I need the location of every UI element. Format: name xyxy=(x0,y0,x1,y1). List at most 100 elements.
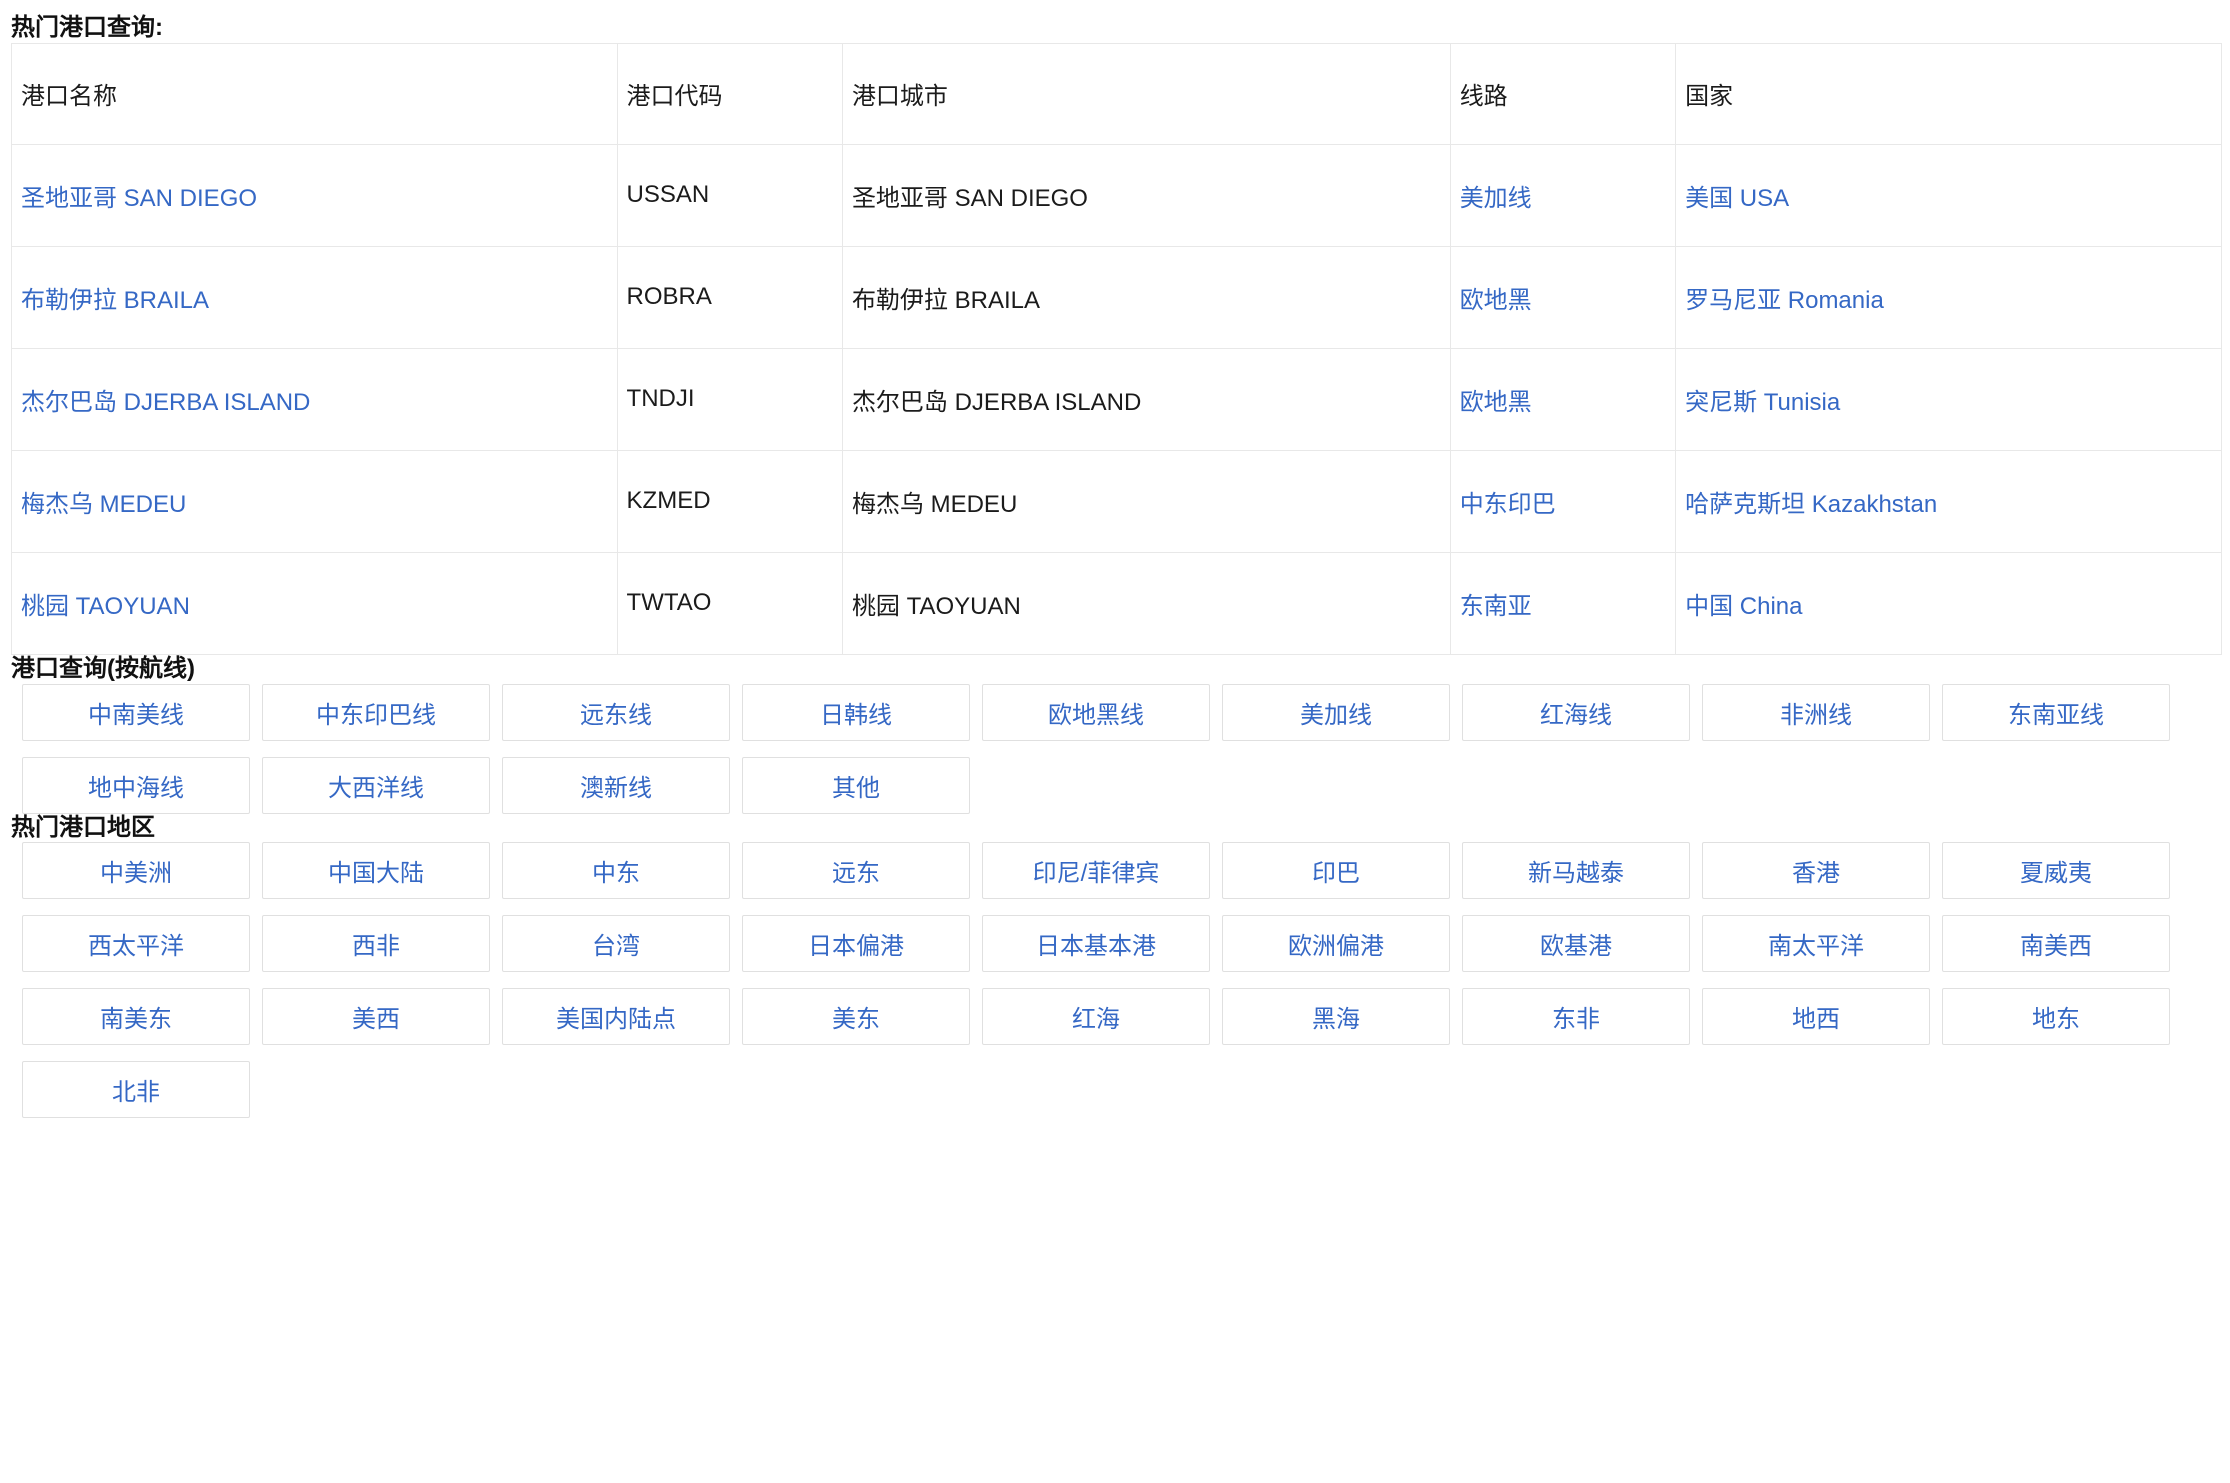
port-city-cell: 圣地亚哥 SAN DIEGO xyxy=(842,144,1450,246)
col-header-country: 国家 xyxy=(1676,43,2222,144)
route-filter-button[interactable]: 非洲线 xyxy=(1702,684,1930,741)
route-filter-button[interactable]: 欧地黑线 xyxy=(982,684,1210,741)
route-cell: 美加线 xyxy=(1450,144,1675,246)
route-filter-button[interactable]: 地中海线 xyxy=(22,757,250,814)
region-filter-button[interactable]: 新马越泰 xyxy=(1462,842,1690,899)
table-row: 桃园 TAOYUAN TWTAO 桃园 TAOYUAN 东南亚 中国 China xyxy=(12,552,2222,654)
table-row: 梅杰乌 MEDEU KZMED 梅杰乌 MEDEU 中东印巴 哈萨克斯坦 Kaz… xyxy=(12,450,2222,552)
country-cell: 罗马尼亚 Romania xyxy=(1676,246,2222,348)
region-filter-button[interactable]: 台湾 xyxy=(502,915,730,972)
country-cell: 突尼斯 Tunisia xyxy=(1676,348,2222,450)
region-filter-button[interactable]: 美国内陆点 xyxy=(502,988,730,1045)
port-name-cell: 圣地亚哥 SAN DIEGO xyxy=(12,144,618,246)
table-row: 布勒伊拉 BRAILA ROBRA 布勒伊拉 BRAILA 欧地黑 罗马尼亚 R… xyxy=(12,246,2222,348)
route-filter-button[interactable]: 大西洋线 xyxy=(262,757,490,814)
port-city-cell: 杰尔巴岛 DJERBA ISLAND xyxy=(842,348,1450,450)
col-header-port-code: 港口代码 xyxy=(617,43,842,144)
region-filter-button[interactable]: 南美东 xyxy=(22,988,250,1045)
table-row: 圣地亚哥 SAN DIEGO USSAN 圣地亚哥 SAN DIEGO 美加线 … xyxy=(12,144,2222,246)
region-filter-button[interactable]: 欧洲偏港 xyxy=(1222,915,1450,972)
col-header-port-city: 港口城市 xyxy=(842,43,1450,144)
region-filter-button[interactable]: 印巴 xyxy=(1222,842,1450,899)
route-cell: 中东印巴 xyxy=(1450,450,1675,552)
region-filter-button[interactable]: 西非 xyxy=(262,915,490,972)
route-query-title: 港口查询(按航线) xyxy=(11,655,2222,684)
col-header-route: 线路 xyxy=(1450,43,1675,144)
region-filter-button[interactable]: 地西 xyxy=(1702,988,1930,1045)
port-city-cell: 梅杰乌 MEDEU xyxy=(842,450,1450,552)
popular-ports-table: 港口名称 港口代码 港口城市 线路 国家 圣地亚哥 SAN DIEGO USSA… xyxy=(11,43,2222,655)
region-filter-button[interactable]: 地东 xyxy=(1942,988,2170,1045)
port-code-cell: ROBRA xyxy=(617,246,842,348)
region-filter-button[interactable]: 中美洲 xyxy=(22,842,250,899)
country-cell: 美国 USA xyxy=(1676,144,2222,246)
port-name-link[interactable]: 杰尔巴岛 DJERBA ISLAND xyxy=(21,389,310,416)
region-filter-button[interactable]: 美东 xyxy=(742,988,970,1045)
route-filter-button[interactable]: 远东线 xyxy=(502,684,730,741)
port-query-page: 热门港口查询: 港口名称 港口代码 港口城市 线路 国家 圣地亚哥 SAN DI… xyxy=(11,14,2222,1118)
country-link[interactable]: 哈萨克斯坦 Kazakhstan xyxy=(1685,491,1937,518)
region-filter-button[interactable]: 东非 xyxy=(1462,988,1690,1045)
route-cell: 欧地黑 xyxy=(1450,246,1675,348)
port-name-link[interactable]: 梅杰乌 MEDEU xyxy=(21,491,186,518)
port-name-link[interactable]: 圣地亚哥 SAN DIEGO xyxy=(21,185,257,212)
table-row: 杰尔巴岛 DJERBA ISLAND TNDJI 杰尔巴岛 DJERBA ISL… xyxy=(12,348,2222,450)
table-body: 圣地亚哥 SAN DIEGO USSAN 圣地亚哥 SAN DIEGO 美加线 … xyxy=(12,144,2222,654)
route-cell: 东南亚 xyxy=(1450,552,1675,654)
region-filter-button[interactable]: 北非 xyxy=(22,1061,250,1118)
route-link[interactable]: 中东印巴 xyxy=(1460,491,1556,518)
region-filter-list: 中美洲 中国大陆 中东 远东 印尼/菲律宾 印巴 新马越泰 香港 夏威夷 西太平… xyxy=(22,842,2188,1118)
route-filter-button[interactable]: 中东印巴线 xyxy=(262,684,490,741)
region-filter-button[interactable]: 中国大陆 xyxy=(262,842,490,899)
route-cell: 欧地黑 xyxy=(1450,348,1675,450)
region-filter-button[interactable]: 红海 xyxy=(982,988,1210,1045)
route-link[interactable]: 欧地黑 xyxy=(1460,389,1532,416)
col-header-port-name: 港口名称 xyxy=(12,43,618,144)
route-filter-button[interactable]: 其他 xyxy=(742,757,970,814)
region-filter-button[interactable]: 南太平洋 xyxy=(1702,915,1930,972)
country-cell: 中国 China xyxy=(1676,552,2222,654)
route-link[interactable]: 欧地黑 xyxy=(1460,287,1532,314)
region-filter-button[interactable]: 中东 xyxy=(502,842,730,899)
route-link[interactable]: 美加线 xyxy=(1460,185,1532,212)
country-cell: 哈萨克斯坦 Kazakhstan xyxy=(1676,450,2222,552)
region-filter-button[interactable]: 南美西 xyxy=(1942,915,2170,972)
route-filter-button[interactable]: 东南亚线 xyxy=(1942,684,2170,741)
route-filter-list: 中南美线 中东印巴线 远东线 日韩线 欧地黑线 美加线 红海线 非洲线 东南亚线… xyxy=(22,684,2188,814)
route-filter-button[interactable]: 澳新线 xyxy=(502,757,730,814)
region-filter-button[interactable]: 远东 xyxy=(742,842,970,899)
port-city-cell: 布勒伊拉 BRAILA xyxy=(842,246,1450,348)
table-header-row: 港口名称 港口代码 港口城市 线路 国家 xyxy=(12,43,2222,144)
port-code-cell: USSAN xyxy=(617,144,842,246)
region-filter-button[interactable]: 香港 xyxy=(1702,842,1930,899)
route-filter-button[interactable]: 中南美线 xyxy=(22,684,250,741)
port-name-link[interactable]: 桃园 TAOYUAN xyxy=(21,593,190,620)
route-filter-button[interactable]: 美加线 xyxy=(1222,684,1450,741)
port-code-cell: KZMED xyxy=(617,450,842,552)
region-filter-button[interactable]: 日本偏港 xyxy=(742,915,970,972)
region-filter-button[interactable]: 西太平洋 xyxy=(22,915,250,972)
region-query-title: 热门港口地区 xyxy=(11,814,2222,843)
region-filter-button[interactable]: 欧基港 xyxy=(1462,915,1690,972)
country-link[interactable]: 美国 USA xyxy=(1685,185,1789,212)
region-filter-button[interactable]: 黑海 xyxy=(1222,988,1450,1045)
popular-ports-title: 热门港口查询: xyxy=(11,14,2222,43)
route-link[interactable]: 东南亚 xyxy=(1460,593,1532,620)
port-city-cell: 桃园 TAOYUAN xyxy=(842,552,1450,654)
port-name-cell: 杰尔巴岛 DJERBA ISLAND xyxy=(12,348,618,450)
route-filter-button[interactable]: 日韩线 xyxy=(742,684,970,741)
country-link[interactable]: 中国 China xyxy=(1685,593,1802,620)
region-filter-button[interactable]: 印尼/菲律宾 xyxy=(982,842,1210,899)
country-link[interactable]: 罗马尼亚 Romania xyxy=(1685,287,1884,314)
port-name-cell: 桃园 TAOYUAN xyxy=(12,552,618,654)
region-filter-button[interactable]: 美西 xyxy=(262,988,490,1045)
port-name-cell: 梅杰乌 MEDEU xyxy=(12,450,618,552)
port-name-link[interactable]: 布勒伊拉 BRAILA xyxy=(21,287,209,314)
port-code-cell: TWTAO xyxy=(617,552,842,654)
region-filter-button[interactable]: 夏威夷 xyxy=(1942,842,2170,899)
region-filter-button[interactable]: 日本基本港 xyxy=(982,915,1210,972)
country-link[interactable]: 突尼斯 Tunisia xyxy=(1685,389,1840,416)
port-code-cell: TNDJI xyxy=(617,348,842,450)
port-name-cell: 布勒伊拉 BRAILA xyxy=(12,246,618,348)
route-filter-button[interactable]: 红海线 xyxy=(1462,684,1690,741)
